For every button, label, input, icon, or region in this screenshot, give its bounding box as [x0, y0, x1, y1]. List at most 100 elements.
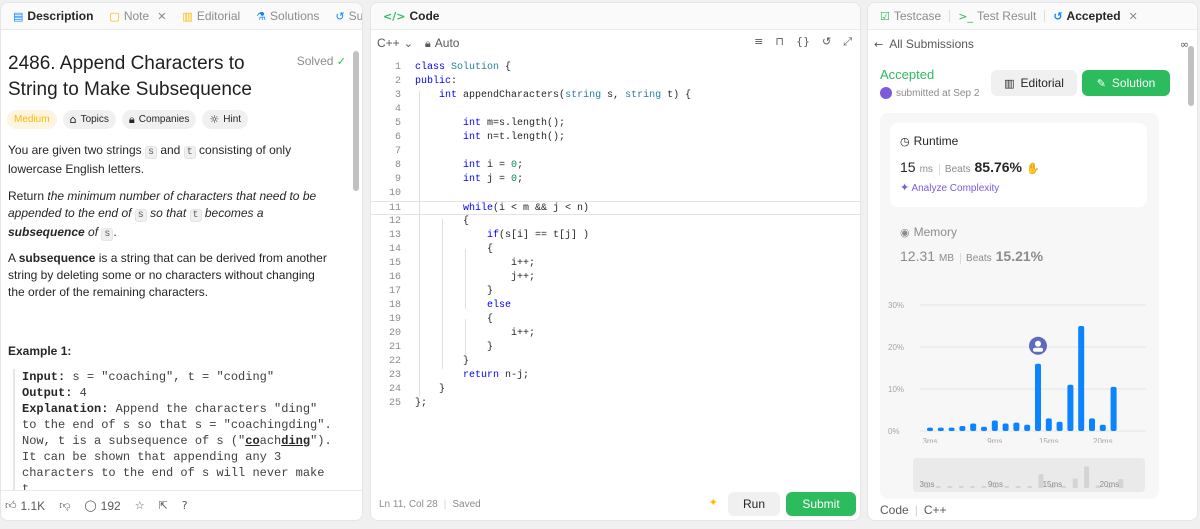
debug-icon[interactable]: ✦ [709, 497, 718, 508]
code-line[interactable]: 18 else [371, 299, 860, 313]
code-line[interactable]: 19 { [371, 313, 860, 327]
chart-bar[interactable] [937, 427, 944, 431]
description-scrollbar[interactable] [353, 51, 359, 191]
run-button[interactable]: Run [728, 492, 780, 516]
comments-button[interactable]: ◯ 192 [84, 499, 120, 513]
all-submissions-link[interactable]: All Submissions [889, 37, 974, 51]
editorial-button[interactable]: ▥ Editorial [991, 70, 1077, 96]
tab-submissions[interactable]: ↺ Sub [327, 3, 362, 30]
chart-bar[interactable] [1078, 326, 1085, 431]
code-line[interactable]: 24 } [371, 383, 860, 397]
close-icon[interactable]: ✕ [157, 11, 166, 22]
code-line[interactable]: 13 if(s[i] == t[j] ) [371, 229, 860, 243]
tab-description[interactable]: ▤ Description [5, 3, 101, 30]
chart-bar[interactable] [1013, 422, 1020, 431]
chart-bar[interactable] [981, 426, 987, 431]
terminal-icon: >_ [958, 9, 973, 23]
tab-testcase[interactable]: ☑ Testcase [872, 3, 949, 30]
code-line[interactable]: 22 } [371, 355, 860, 369]
braces-icon[interactable]: {} [796, 36, 810, 47]
submit-button[interactable]: Submit [786, 492, 856, 516]
chart-bar[interactable] [1035, 363, 1041, 431]
code-line[interactable]: 21 } [371, 341, 860, 355]
bookmark-icon[interactable]: ⊓ [775, 36, 784, 47]
star-icon[interactable]: ☆ [135, 500, 145, 511]
share-icon[interactable]: ⇱ [159, 500, 168, 511]
tab-note[interactable]: ▢ Note ✕ [101, 3, 174, 30]
chart-bar[interactable] [959, 425, 966, 431]
code-line[interactable]: 7 [371, 145, 860, 159]
format-icon[interactable]: ≡ [754, 36, 763, 47]
close-icon[interactable]: ✕ [1129, 11, 1138, 22]
code-line[interactable]: 16 j++; [371, 271, 860, 285]
line-number: 9 [394, 174, 401, 185]
like-button[interactable]: 👍︎ 1.1K [5, 499, 45, 513]
lock-icon: 🔒︎ [128, 113, 135, 126]
chart-bar[interactable] [948, 427, 955, 431]
chart-bar[interactable] [927, 427, 933, 431]
solution-button[interactable]: ✎ Solution [1082, 70, 1170, 96]
chart-bar[interactable] [1099, 424, 1106, 431]
tab-accepted[interactable]: ↺ Accepted ✕ [1045, 3, 1145, 30]
line-number: 3 [394, 90, 401, 101]
history-icon: ↺ [335, 9, 345, 23]
history-icon: ↺ [1053, 9, 1063, 23]
chart-bar[interactable] [991, 420, 998, 432]
line-number: 7 [394, 146, 401, 157]
chart-bar[interactable] [1089, 418, 1095, 431]
code-line[interactable]: 12 { [371, 215, 860, 229]
tab-test-result[interactable]: >_ Test Result [950, 3, 1044, 30]
analyze-complexity-link[interactable]: ✦ Analyze Complexity [900, 182, 999, 194]
chart-bar[interactable] [1067, 384, 1074, 431]
help-icon[interactable]: ? [182, 500, 188, 511]
line-number: 1 [394, 62, 401, 73]
line-number: 17 [388, 286, 401, 297]
chart-bar[interactable] [1002, 423, 1009, 431]
tab-solutions[interactable]: ⚗ Solutions [248, 3, 327, 30]
code-line[interactable]: 5 int m=s.length(); [371, 117, 860, 131]
chart-range-slider[interactable]: 3ms 9ms 15ms 20ms [913, 458, 1145, 492]
code-editor[interactable]: 1 class Solution {2 public: 3 int appendCha… [371, 61, 860, 421]
code-line[interactable]: 11 while(i < m && j < n) [371, 201, 860, 215]
expand-icon[interactable]: ⤢ [843, 36, 852, 47]
topics-button[interactable]: ⌂ Topics [62, 110, 116, 129]
problem-title[interactable]: 2486. Append Characters to String to Mak… [8, 51, 278, 103]
language-select[interactable]: C++ ⌄ [377, 36, 413, 50]
code-line[interactable]: 10 [371, 187, 860, 201]
code-line[interactable]: 2 public: [371, 75, 860, 89]
runtime-distribution-chart[interactable]: 0% 10% 20% 30% 3ms 9ms 15ms 20ms [880, 293, 1159, 443]
memory-title[interactable]: ◉ Memory [900, 225, 957, 239]
result-scrollbar[interactable] [1188, 46, 1194, 106]
code-text: int m=s.length(); [463, 118, 566, 129]
code-line[interactable]: 6 int n=t.length(); [371, 131, 860, 145]
companies-button[interactable]: 🔒︎ Companies [121, 110, 197, 129]
hint-button[interactable]: ☼ Hint [202, 110, 249, 129]
avatar[interactable] [880, 87, 892, 99]
reset-icon[interactable]: ↺ [822, 36, 831, 47]
chart-bar[interactable] [1024, 424, 1031, 431]
tab-editorial[interactable]: ▥ Editorial [174, 3, 248, 30]
code-line[interactable]: 14 { [371, 243, 860, 257]
arrow-left-icon[interactable]: ← [874, 39, 883, 50]
code-line[interactable]: 3 int appendCharacters(string s, string … [371, 89, 860, 103]
chart-bar[interactable] [1110, 386, 1117, 431]
runtime-title: ◷ Runtime [900, 134, 959, 148]
thumbs-down-icon[interactable]: 👎︎ [59, 500, 70, 511]
chart-bar[interactable] [1056, 421, 1063, 431]
chart-bar[interactable] [1045, 418, 1052, 431]
code-line[interactable]: 9 int j = 0; [371, 173, 860, 187]
code-line[interactable]: 15 i++; [371, 257, 860, 271]
code-line[interactable]: 17 } [371, 285, 860, 299]
minimap-bar [981, 486, 987, 488]
runtime-card[interactable]: ◷ Runtime 15 ms Beats 85.76% ✋ ✦ Analyze… [890, 123, 1147, 207]
tab-code[interactable]: </> Code [375, 3, 447, 30]
code-line[interactable]: 8 int i = 0; [371, 159, 860, 173]
code-line[interactable]: 1 class Solution { [371, 61, 860, 75]
code-line[interactable]: 4 [371, 103, 860, 117]
chart-bar[interactable] [970, 423, 977, 431]
code-line[interactable]: 20 i++; [371, 327, 860, 341]
line-number: 2 [394, 76, 401, 87]
code-line[interactable]: 25}; [371, 397, 860, 411]
auto-mode[interactable]: 🔒︎ Auto [425, 36, 460, 50]
code-line[interactable]: 23 return n-j; [371, 369, 860, 383]
